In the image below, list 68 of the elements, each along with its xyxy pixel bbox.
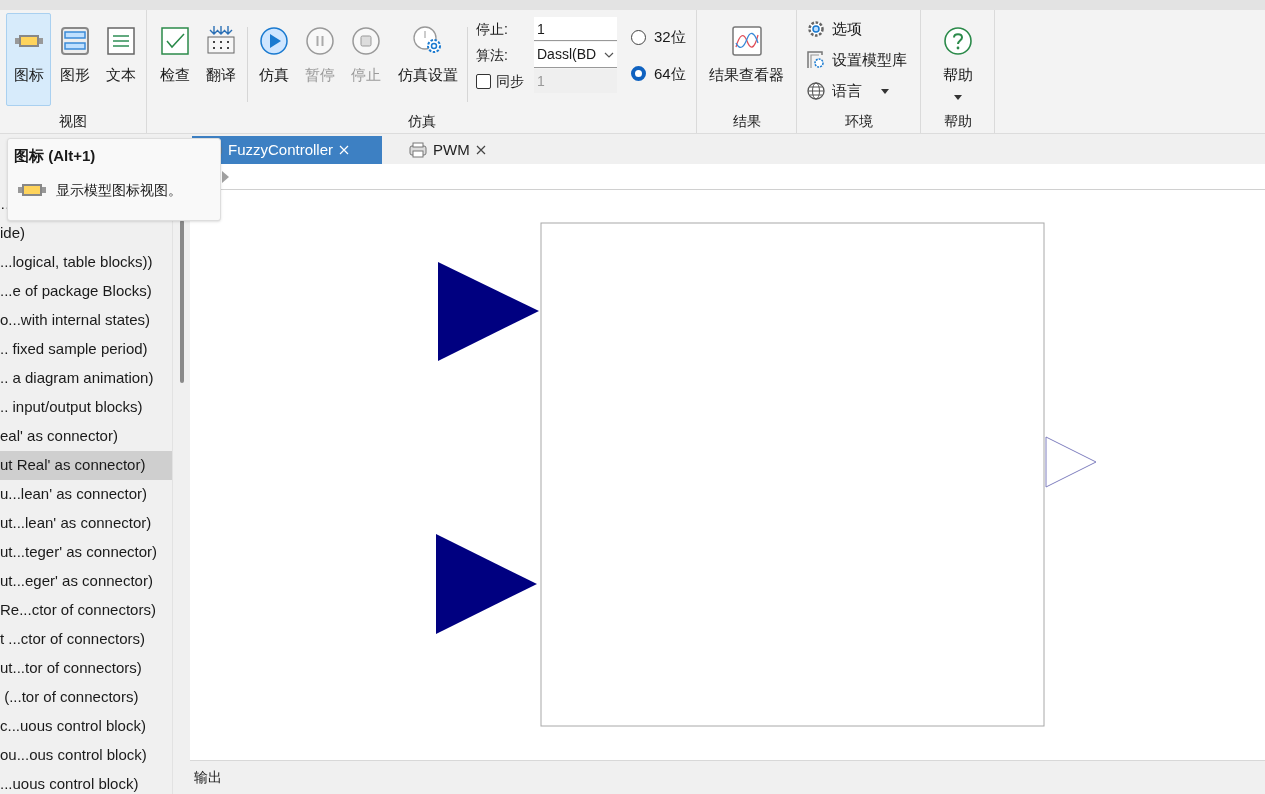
library-item[interactable]: ut...eger' as connector) bbox=[0, 567, 172, 596]
field-label: 停止: bbox=[476, 19, 509, 39]
ribbon-menu-item[interactable]: 选项 bbox=[807, 17, 920, 41]
library-item[interactable]: ...e of package Blocks) bbox=[0, 277, 172, 306]
ribbon-button[interactable]: 图形 bbox=[52, 13, 97, 106]
library-item[interactable]: ut...teger' as connector) bbox=[0, 538, 172, 567]
field-label: 算法: bbox=[476, 45, 509, 65]
group-label: 仿真 bbox=[406, 112, 437, 131]
ribbon-button[interactable]: 文本 bbox=[98, 13, 143, 106]
editor-tab[interactable]: PWM bbox=[397, 136, 494, 164]
globe-icon bbox=[807, 82, 825, 100]
library-item[interactable]: ou...ous control block) bbox=[0, 741, 172, 770]
library-item[interactable]: Re...ctor of connectors) bbox=[0, 596, 172, 625]
settings-icon bbox=[807, 20, 825, 38]
output-panel-title[interactable]: 输出 bbox=[194, 767, 222, 788]
close-icon[interactable] bbox=[475, 145, 486, 155]
library-item[interactable]: c...uous control block) bbox=[0, 712, 172, 741]
help-icon bbox=[942, 26, 973, 56]
tooltip-text: 显示模型图标视图。 bbox=[56, 180, 182, 200]
ribbon-button[interactable]: 翻译 bbox=[199, 13, 243, 106]
group-label: 帮助 bbox=[942, 112, 973, 131]
stop-icon bbox=[351, 26, 381, 56]
ribbon-button[interactable]: 结果查看器 bbox=[703, 13, 790, 106]
component-icon bbox=[18, 182, 46, 198]
expand-arrow-icon[interactable] bbox=[222, 170, 229, 183]
arrows-grid-icon bbox=[205, 25, 237, 57]
library-item[interactable]: ide) bbox=[0, 219, 172, 248]
diagram-icon bbox=[58, 25, 91, 57]
library-item[interactable]: ...logical, table blocks)) bbox=[0, 248, 172, 277]
caret-icon[interactable] bbox=[953, 94, 962, 100]
printer-icon bbox=[409, 142, 427, 158]
solver-dropdown[interactable]: Dassl(BD bbox=[534, 42, 617, 68]
library-item[interactable]: (...tor of connectors) bbox=[0, 683, 172, 712]
library-item[interactable]: o...with internal states) bbox=[0, 306, 172, 335]
group-label: 环境 bbox=[843, 112, 874, 131]
play-icon bbox=[259, 26, 289, 56]
stop-time-field[interactable]: 1 bbox=[534, 17, 617, 41]
ribbon-menu-item[interactable]: 设置模型库 bbox=[807, 48, 920, 72]
document-icon bbox=[104, 25, 137, 57]
ribbon-button[interactable]: 图标 bbox=[6, 13, 51, 106]
group-label: 结果 bbox=[731, 112, 762, 131]
group-label: 视图 bbox=[58, 112, 88, 131]
library-item[interactable]: ut...tor of connectors) bbox=[0, 654, 172, 683]
library-item[interactable]: eal' as connector) bbox=[0, 422, 172, 451]
ribbon-menu-item[interactable]: 语言 bbox=[807, 79, 920, 103]
ribbon-button[interactable]: 仿真 bbox=[252, 13, 296, 106]
bitness-radio[interactable]: 32位 bbox=[631, 26, 686, 49]
library-item[interactable]: .. fixed sample period) bbox=[0, 335, 172, 364]
library-item[interactable]: ut Real' as connector) bbox=[0, 451, 172, 480]
ribbon-button[interactable]: 帮助 bbox=[927, 13, 988, 106]
checkbox-tick-icon bbox=[159, 25, 191, 57]
library-item[interactable]: ...uous control block) bbox=[0, 770, 172, 794]
ribbon-button[interactable]: 检查 bbox=[153, 13, 197, 106]
bitness-radio[interactable]: 64位 bbox=[631, 62, 686, 85]
caret-icon[interactable] bbox=[881, 88, 889, 94]
library-item[interactable]: ut...lean' as connector) bbox=[0, 509, 172, 538]
sync-checkbox[interactable]: 同步 bbox=[476, 70, 530, 92]
library-gear-icon bbox=[807, 51, 825, 69]
scrollbar-thumb[interactable] bbox=[180, 220, 184, 383]
chart-icon bbox=[730, 25, 763, 57]
tooltip-title: 图标 (Alt+1) bbox=[14, 146, 97, 166]
ribbon-button[interactable]: 仿真设置 bbox=[393, 13, 463, 106]
chevron-down-icon bbox=[604, 51, 614, 58]
pause-icon bbox=[305, 26, 335, 56]
library-item[interactable]: .. input/output blocks) bbox=[0, 393, 172, 422]
library-item[interactable]: .. a diagram animation) bbox=[0, 364, 172, 393]
library-item[interactable]: t ...ctor of connectors) bbox=[0, 625, 172, 654]
library-item[interactable]: u...lean' as connector) bbox=[0, 480, 172, 509]
